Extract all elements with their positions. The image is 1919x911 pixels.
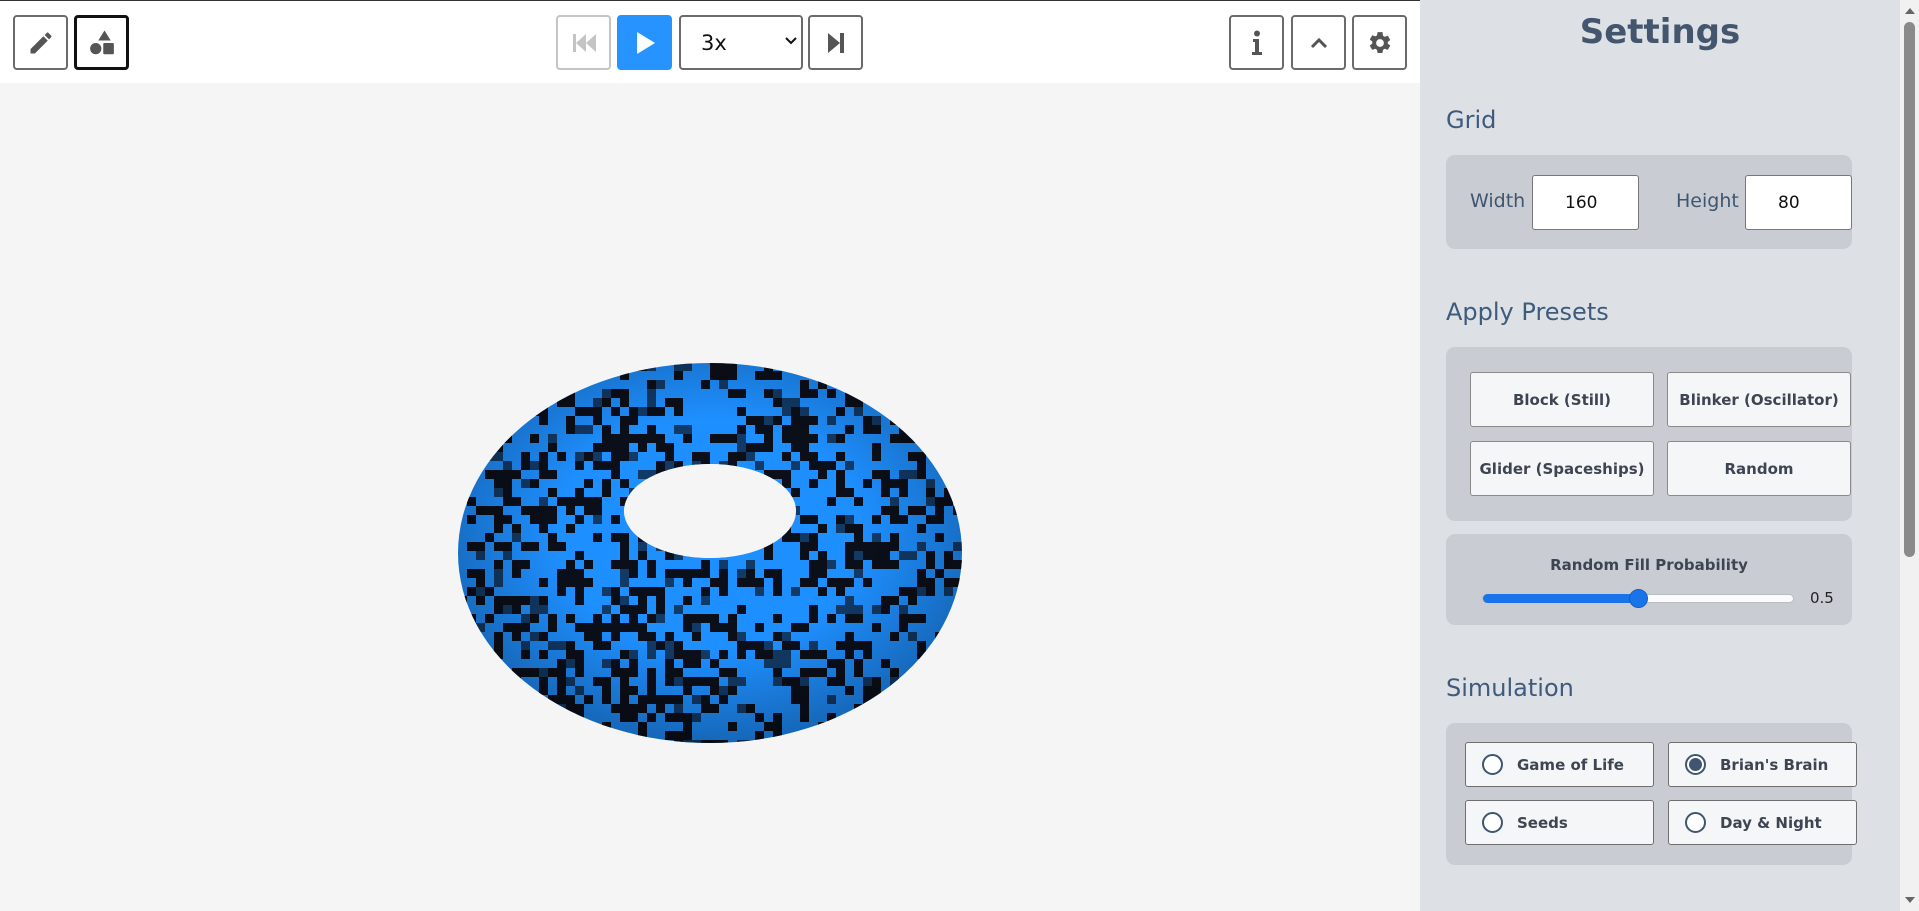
height-label: Height [1676, 190, 1739, 212]
app-window: 3x Settings Grid Width 160 Height 80 App… [0, 0, 1919, 911]
sim-option-seeds[interactable]: Seeds [1465, 800, 1654, 845]
toolbar: 3x [0, 1, 1420, 83]
grid-section-title: Grid [1446, 106, 1497, 134]
fill-probability-card: Random Fill Probability 0.5 [1446, 534, 1852, 625]
sim-option-label: Seeds [1517, 813, 1568, 832]
play-button[interactable] [617, 15, 672, 70]
pencil-icon [30, 31, 51, 53]
grid-card: Width Height [1446, 155, 1852, 249]
preset-blinker-button[interactable]: Blinker (Oscillator) [1667, 372, 1851, 427]
radio-icon [1482, 812, 1503, 833]
presets-section-title: Apply Presets [1446, 298, 1609, 326]
sim-option-label: Game of Life [1517, 755, 1624, 774]
step-forward-button[interactable] [808, 15, 863, 70]
shapes-icon [89, 30, 114, 54]
sim-option-label: Brian's Brain [1720, 755, 1829, 774]
sim-option-brians-brain[interactable]: Brian's Brain [1668, 742, 1857, 787]
radio-icon [1482, 754, 1503, 775]
skip-to-start-icon [572, 33, 596, 52]
slider-thumb[interactable] [1629, 589, 1648, 608]
settings-panel: Settings Grid Width Height Apply Presets… [1420, 0, 1900, 911]
preset-block-button[interactable]: Block (Still) [1470, 372, 1654, 427]
sim-option-label: Day & Night [1720, 813, 1822, 832]
preset-random-button[interactable]: Random [1667, 441, 1851, 496]
slider-fill [1483, 594, 1638, 603]
gear-icon [1369, 31, 1390, 53]
sim-option-day-and-night[interactable]: Day & Night [1668, 800, 1857, 845]
chevron-up-icon [1310, 37, 1327, 48]
simulation-card: Game of Life Brian's Brain Seeds Day & N… [1446, 723, 1857, 865]
info-button[interactable] [1229, 15, 1284, 70]
fill-probability-value: 0.5 [1810, 589, 1834, 607]
reset-button[interactable] [556, 15, 611, 70]
draw-tool-button[interactable] [13, 15, 68, 70]
panel-scrollbar[interactable] [1900, 0, 1919, 911]
width-label: Width [1470, 190, 1526, 212]
simulation-canvas[interactable] [0, 83, 1420, 911]
info-icon [1251, 30, 1262, 55]
radio-selected-icon [1685, 754, 1706, 775]
play-icon [636, 31, 655, 54]
settings-button[interactable] [1352, 15, 1407, 70]
step-forward-icon [827, 32, 844, 53]
fill-probability-slider[interactable] [1482, 589, 1794, 608]
simulation-section-title: Simulation [1446, 674, 1574, 702]
viewport: 3x [0, 0, 1420, 911]
scroll-up-arrow-icon[interactable] [1903, 3, 1916, 17]
collapse-button[interactable] [1291, 15, 1346, 70]
presets-card: Block (Still) Blinker (Oscillator) Glide… [1446, 347, 1852, 521]
preset-glider-button[interactable]: Glider (Spaceships) [1470, 441, 1654, 496]
sim-option-game-of-life[interactable]: Game of Life [1465, 742, 1654, 787]
speed-select[interactable]: 3x [679, 15, 803, 70]
height-input[interactable] [1745, 175, 1852, 230]
scrollbar-thumb[interactable] [1904, 22, 1915, 557]
fill-probability-label: Random Fill Probability [1550, 556, 1748, 574]
shapes-tool-button[interactable] [74, 15, 129, 70]
width-input[interactable] [1532, 175, 1639, 230]
torus-grid-render[interactable] [0, 83, 1420, 911]
scroll-down-arrow-icon[interactable] [1903, 893, 1916, 907]
settings-title: Settings [1579, 12, 1741, 52]
radio-icon [1685, 812, 1706, 833]
